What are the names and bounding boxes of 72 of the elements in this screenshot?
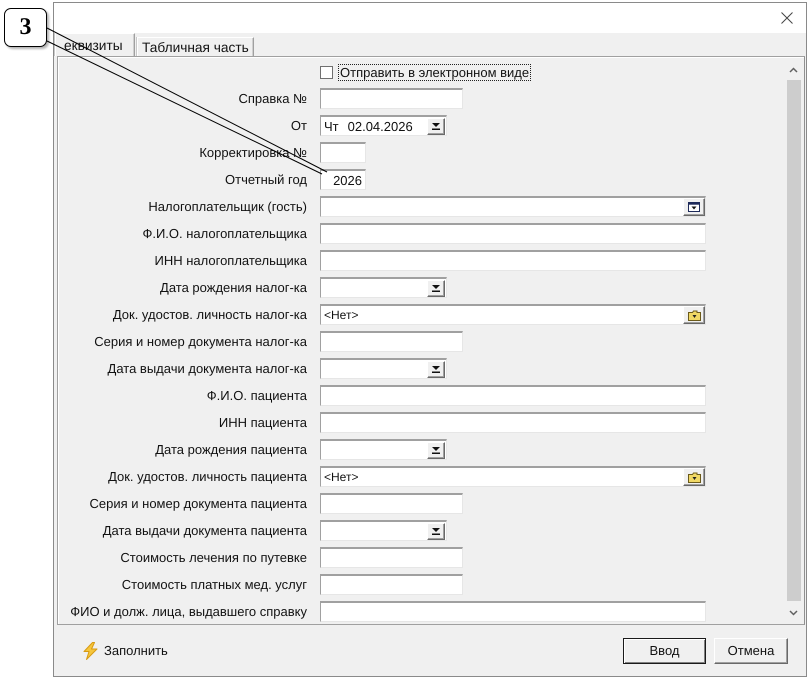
checkbox[interactable] <box>320 66 333 79</box>
close-icon <box>781 12 793 24</box>
field-label: От <box>290 118 307 133</box>
date-field[interactable] <box>320 358 447 379</box>
field-label: Ф.И.О. налогоплательщика <box>142 226 307 241</box>
lightning-icon <box>82 642 99 660</box>
dropdown-box-icon <box>688 202 700 212</box>
text-field[interactable] <box>320 385 706 406</box>
scrollbar-thumb[interactable] <box>786 80 800 601</box>
field-label: Дата рождения пациента <box>155 442 307 457</box>
date-field[interactable] <box>320 439 447 460</box>
field-value: <Нет> <box>324 470 358 484</box>
text-field[interactable]: 2026 <box>320 169 366 190</box>
field-label: ИНН пациента <box>218 415 307 430</box>
field-label: ФИО и долж. лица, выдавшего справку <box>70 604 307 619</box>
lookup-button[interactable] <box>683 198 705 216</box>
text-field[interactable] <box>320 142 366 163</box>
field-label: Док. удостов. личность пациента <box>108 469 307 484</box>
field-label: Налогоплательщик (гость) <box>148 199 307 214</box>
text-field[interactable] <box>320 547 463 568</box>
checkbox-label[interactable]: Отправить в электронном виде <box>338 64 532 81</box>
field-label: Дата рождения налог-ка <box>160 280 307 295</box>
folder-button[interactable] <box>683 468 705 486</box>
text-field[interactable] <box>320 601 706 622</box>
field-label: Серия и номер документа налог-ка <box>94 334 307 349</box>
caret-icon <box>432 122 440 130</box>
callout-number: 3 <box>4 8 47 47</box>
field-label: Ф.И.О. пациента <box>206 388 307 403</box>
scroll-up-icon[interactable] <box>789 66 798 72</box>
caret-icon <box>432 528 440 534</box>
dropdown-button[interactable] <box>427 280 445 296</box>
field-label: Стоимость платных мед. услуг <box>122 577 307 592</box>
field-label: Дата выдачи документа налог-ка <box>108 361 307 376</box>
text-field[interactable] <box>320 574 463 595</box>
field-label: Справка № <box>238 91 307 106</box>
field-label: ИНН налогоплательщика <box>154 253 307 268</box>
date-field[interactable] <box>320 520 447 541</box>
dialog-button[interactable]: Отмена <box>714 638 788 664</box>
close-button[interactable] <box>781 12 793 24</box>
dropdown-button[interactable] <box>427 522 445 540</box>
field-value: <Нет> <box>324 308 358 322</box>
text-field[interactable] <box>320 223 706 244</box>
tab[interactable]: Табличная часть <box>137 37 254 56</box>
lookup-field[interactable] <box>320 196 706 217</box>
weekday-text: Чт <box>324 118 339 134</box>
text-field[interactable] <box>320 331 463 352</box>
scroll-down-icon[interactable] <box>789 610 798 616</box>
text-field[interactable] <box>320 493 463 514</box>
field-label: Дата выдачи документа пациента <box>102 523 307 538</box>
text-field[interactable] <box>320 412 706 433</box>
dropdown-button[interactable] <box>427 442 445 458</box>
reference-field[interactable]: <Нет> <box>320 466 706 487</box>
field-label: Серия и номер документа пациента <box>90 496 307 511</box>
date-field[interactable]: Чт 02.04.2026 <box>320 115 447 136</box>
dropdown-button[interactable] <box>427 118 445 134</box>
caret-icon <box>432 366 440 372</box>
field-label: Стоимость лечения по путевке <box>120 550 307 565</box>
field-label: Док. удостов. личность налог-ка <box>112 307 307 322</box>
fill-button[interactable]: Заполнить <box>82 642 168 660</box>
text-field[interactable] <box>320 250 706 271</box>
dialog-button[interactable]: Ввод <box>623 638 706 664</box>
caret-icon <box>432 284 440 292</box>
folder-button[interactable] <box>683 306 705 324</box>
date-text: 02.04.2026 <box>348 118 413 134</box>
dropdown-button[interactable] <box>427 360 445 378</box>
date-field[interactable] <box>320 277 447 298</box>
reference-field[interactable]: <Нет> <box>320 304 706 325</box>
field-label: Отчетный год <box>225 172 307 187</box>
text-field[interactable] <box>320 88 463 109</box>
caret-icon <box>432 446 440 454</box>
folder-icon <box>688 310 700 320</box>
folder-icon <box>688 472 700 482</box>
